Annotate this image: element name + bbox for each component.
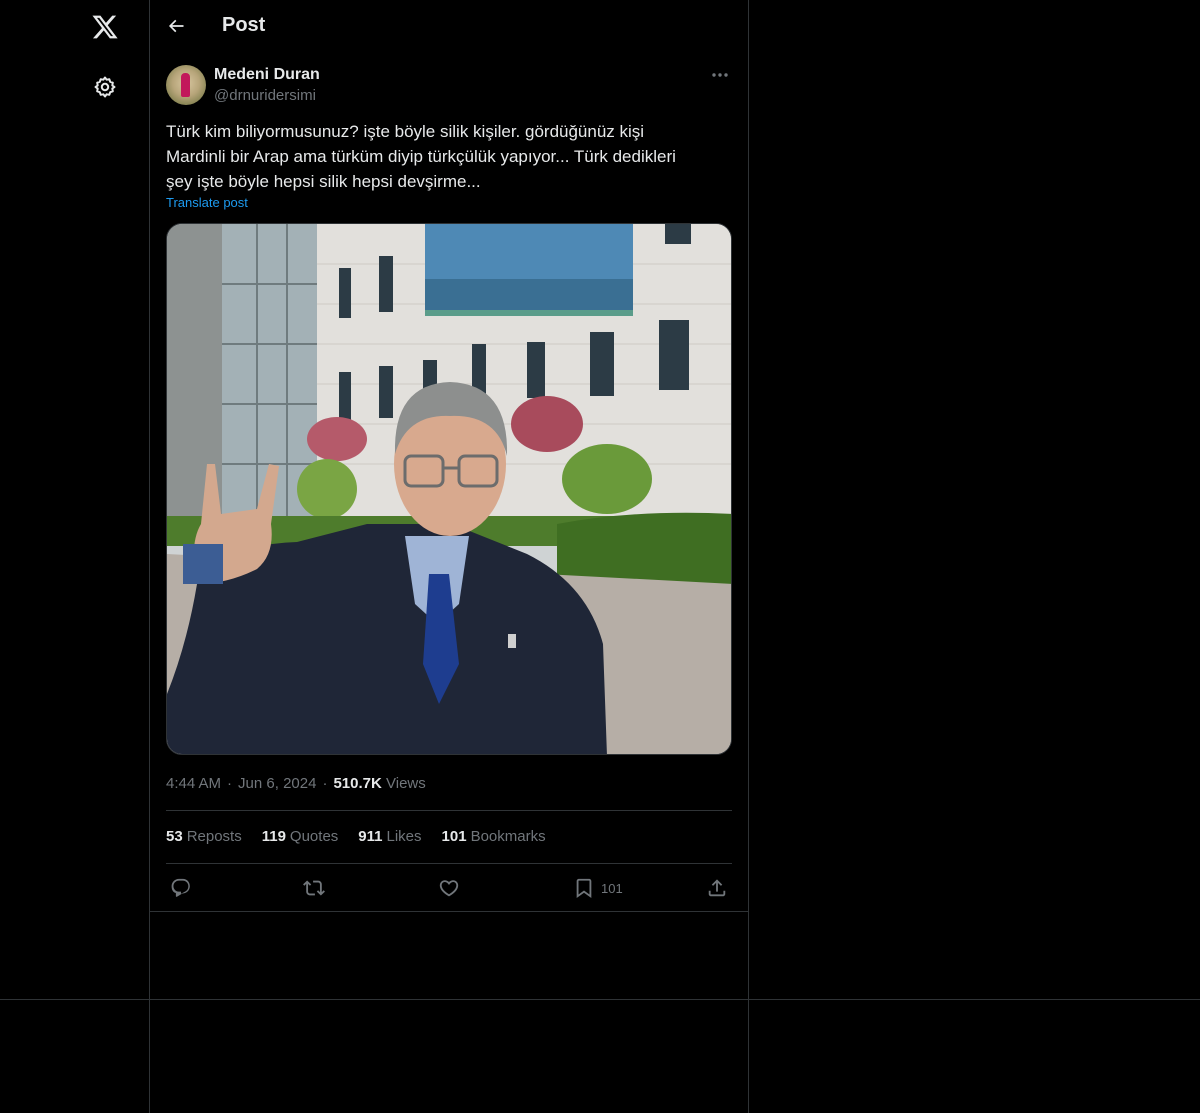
reposts-stat[interactable]: 53 Reposts — [166, 828, 242, 845]
repost-button[interactable] — [303, 874, 325, 902]
reply-button[interactable] — [170, 874, 192, 902]
views-label: Views — [386, 775, 426, 792]
app-root: Post Medeni Duran @drnuridersimi Türk ki… — [0, 0, 1200, 1113]
quotes-stat[interactable]: 119 Quotes — [262, 828, 339, 845]
bookmarks-count: 101 — [441, 828, 467, 845]
views-count: 510.7K — [333, 775, 382, 792]
translate-post-link[interactable]: Translate post — [166, 195, 248, 210]
post-date[interactable]: Jun 6, 2024 — [238, 775, 316, 792]
back-button[interactable] — [158, 8, 194, 44]
heart-icon — [439, 880, 459, 897]
bookmarks-label: Bookmarks — [470, 828, 546, 845]
like-button[interactable] — [438, 874, 460, 902]
more-dots-icon — [712, 73, 728, 77]
post-stats: 53 Reposts 119 Quotes 911 Likes 101 Bookmark… — [166, 828, 546, 845]
post-image[interactable] — [166, 223, 732, 755]
arrow-left-icon — [168, 19, 184, 33]
quotes-label: Quotes — [289, 828, 339, 845]
quotes-count: 119 — [261, 828, 286, 845]
x-logo-icon[interactable] — [83, 5, 127, 49]
bookmarks-stat[interactable]: 101 Bookmarks — [442, 828, 546, 845]
more-options-button[interactable] — [708, 65, 732, 85]
likes-count: 911 — [358, 828, 383, 845]
avatar[interactable] — [166, 65, 206, 105]
divider — [0, 999, 1200, 1000]
top-bar: Post — [150, 0, 748, 53]
repost-icon — [303, 880, 325, 896]
post-author: Medeni Duran @drnuridersimi — [166, 65, 732, 107]
reposts-label: Reposts — [186, 828, 242, 845]
divider — [150, 911, 748, 912]
gear-icon[interactable] — [83, 65, 127, 109]
divider — [166, 810, 732, 811]
share-icon — [708, 879, 726, 897]
post-meta: 4:44 AM · Jun 6, 2024 · 510.7K Views — [166, 775, 426, 792]
left-nav — [0, 0, 150, 1113]
likes-stat[interactable]: 911 Likes — [358, 828, 421, 845]
bookmark-button[interactable]: 101 — [573, 874, 623, 902]
reposts-count: 53 — [166, 828, 183, 845]
divider — [166, 863, 732, 864]
reply-icon — [171, 878, 190, 897]
bookmark-icon — [576, 878, 592, 899]
main-column: Post Medeni Duran @drnuridersimi Türk ki… — [150, 0, 749, 1113]
author-handle[interactable]: @drnuridersimi — [214, 87, 316, 104]
post-actions: 101 — [166, 874, 732, 902]
bookmark-count: 101 — [601, 880, 623, 896]
author-name[interactable]: Medeni Duran — [214, 66, 320, 84]
likes-label: Likes — [386, 828, 422, 845]
share-button[interactable] — [706, 874, 728, 902]
page-title: Post — [222, 14, 266, 36]
post-text: Türk kim biliyormusunuz? işte böyle sili… — [166, 122, 676, 191]
post-time[interactable]: 4:44 AM — [166, 775, 221, 792]
